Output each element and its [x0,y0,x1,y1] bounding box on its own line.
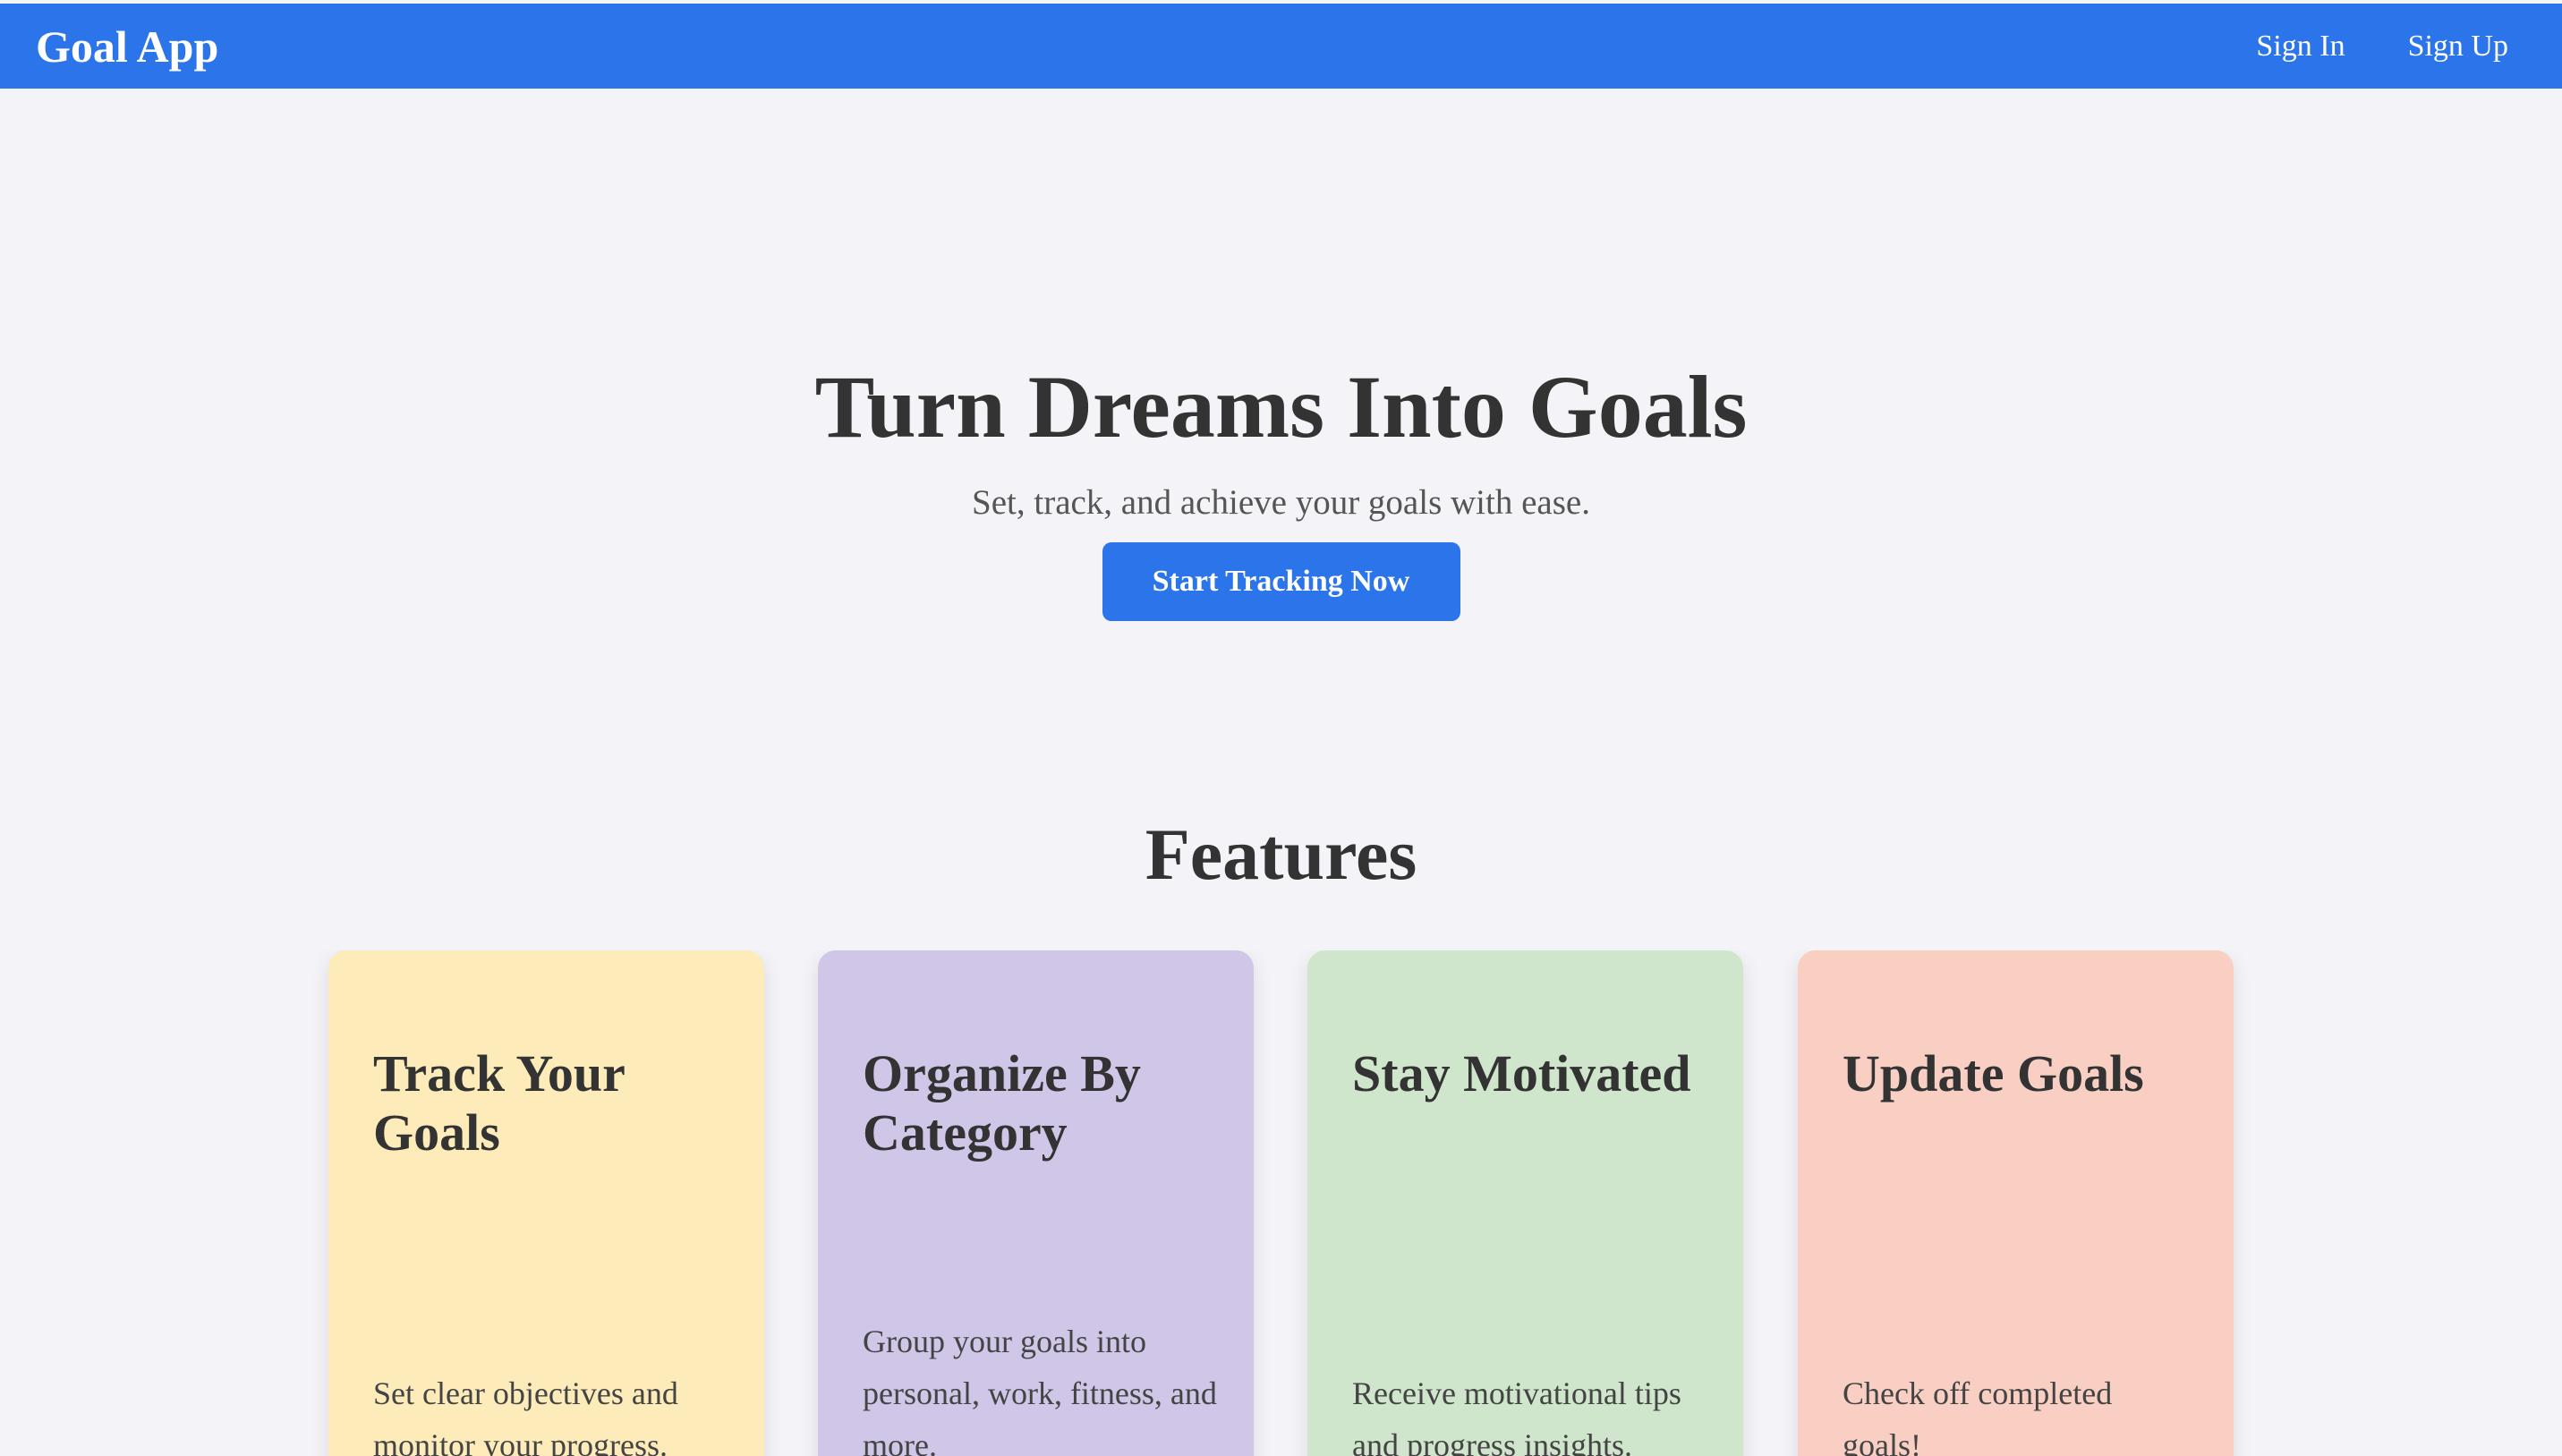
nav-links: Sign In Sign Up [2256,30,2526,64]
feature-card-title: Stay Motivated [1352,1044,1691,1103]
feature-card-description: Receive motivational tips and progress i… [1352,1375,1681,1456]
feature-card-description: Set clear objectives and monitor your pr… [373,1375,678,1456]
feature-card-organize-category: Organize By Category Group your goals in… [818,950,1254,1456]
hero-title: Turn Dreams Into Goals [814,357,1748,456]
sign-in-link[interactable]: Sign In [2256,30,2345,64]
hero-subtitle: Set, track, and achieve your goals with … [972,483,1590,522]
hero-section: Turn Dreams Into Goals Set, track, and a… [0,349,2562,621]
feature-card-stay-motivated: Stay Motivated Receive motivational tips… [1307,950,1743,1456]
features-title: Features [1145,813,1417,895]
feature-card-track-goals: Track Your Goals Set clear objectives an… [328,950,764,1456]
feature-card-description: Group your goals into personal, work, fi… [863,1324,1217,1456]
feature-card-title: Organize By Category [863,1044,1141,1162]
features-cards: Track Your Goals Set clear objectives an… [0,950,2562,1456]
brand-logo[interactable]: Goal App [36,21,218,72]
sign-up-link[interactable]: Sign Up [2408,30,2508,64]
feature-card-title: Track Your Goals [373,1044,625,1162]
feature-card-title: Update Goals [1843,1044,2144,1103]
feature-card-update-goals: Update Goals Check off completed goals! [1798,950,2234,1456]
feature-card-description: Check off completed goals! [1843,1375,2113,1456]
start-tracking-button[interactable]: Start Tracking Now [1102,542,1460,621]
navbar: Goal App Sign In Sign Up [0,4,2562,89]
